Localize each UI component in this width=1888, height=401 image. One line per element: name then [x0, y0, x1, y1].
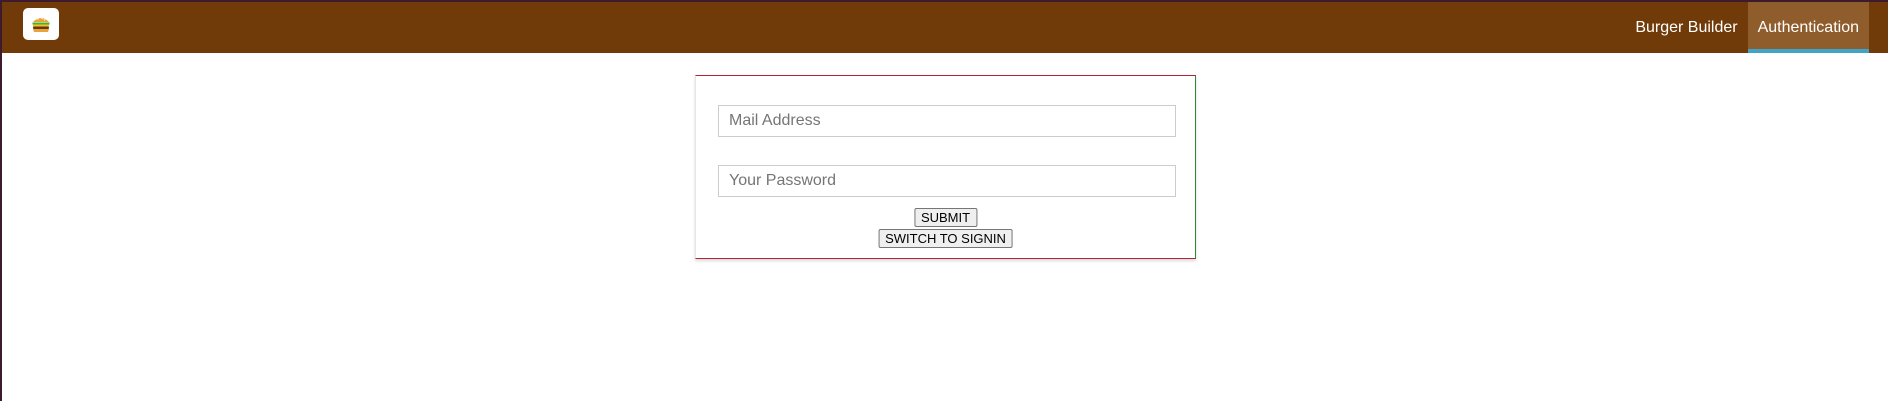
email-field[interactable] [718, 105, 1176, 137]
nav-authentication[interactable]: Authentication [1747, 2, 1869, 53]
burger-logo-icon[interactable] [23, 8, 59, 40]
nav-burger-builder[interactable]: Burger Builder [1625, 2, 1747, 53]
auth-form: SUBMIT SWITCH TO SIGNIN [695, 75, 1196, 259]
toolbar: Burger Builder Authentication [2, 2, 1888, 53]
submit-button[interactable]: SUBMIT [913, 208, 978, 227]
password-field[interactable] [718, 165, 1176, 197]
switch-to-signin-button[interactable]: SWITCH TO SIGNIN [878, 229, 1013, 248]
main-navigation: Burger Builder Authentication [1625, 2, 1869, 53]
